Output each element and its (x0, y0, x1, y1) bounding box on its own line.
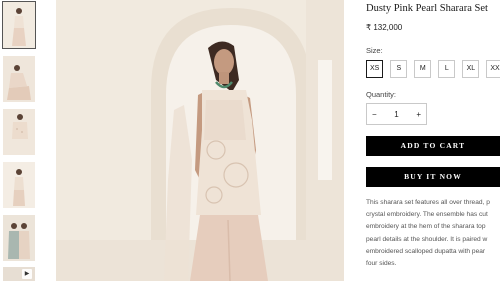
quantity-value[interactable]: 1 (394, 110, 398, 119)
thumbnail-3[interactable] (3, 109, 35, 155)
play-icon: ▶ (22, 269, 32, 279)
size-option-s[interactable]: S (390, 60, 408, 78)
description-line: embroidery at the hem of the sharara top (366, 223, 486, 231)
description-line: This sharara set features all over threa… (366, 199, 490, 206)
thumbnail-strip: ▶ (0, 0, 38, 281)
product-description: This sharara set features all over threa… (366, 197, 500, 270)
main-product-image[interactable] (56, 0, 344, 281)
thumbnail-2[interactable] (3, 56, 35, 102)
buy-it-now-button[interactable]: BUY IT NOW (366, 167, 500, 187)
description-line: four sides. (366, 260, 397, 268)
thumbnail-6-video[interactable]: ▶ (3, 267, 35, 281)
add-to-cart-button[interactable]: ADD TO CART (366, 136, 500, 156)
product-title: Dusty Pink Pearl Sharara Set (366, 3, 488, 14)
description-line: embroidered scalloped dupatta with pear (366, 247, 486, 255)
thumbnail-1[interactable] (2, 1, 36, 49)
description-line: pearl details at the shoulder. It is pai… (366, 235, 488, 243)
product-info-panel: Dusty Pink Pearl Sharara Set ₹ 132,000 S… (366, 0, 500, 281)
size-option-xs[interactable]: XS (366, 60, 384, 78)
size-option-xl[interactable]: XL (462, 60, 480, 78)
product-price: ₹ 132,000 (366, 23, 403, 32)
size-option-m[interactable]: M (414, 60, 432, 78)
quantity-decrease-button[interactable]: − (372, 110, 377, 119)
size-label: Size: (366, 46, 383, 55)
size-option-xx[interactable]: XX (486, 60, 500, 78)
quantity-stepper: − 1 + (366, 103, 427, 125)
size-selector: XS S M L XL XX (366, 60, 500, 78)
thumbnail-5[interactable] (3, 215, 35, 261)
quantity-increase-button[interactable]: + (416, 110, 421, 119)
description-line: crystal embroidery. The ensemble has cut (366, 211, 488, 219)
thumbnail-4[interactable] (3, 162, 35, 208)
quantity-label: Quantity: (366, 90, 397, 99)
size-option-l[interactable]: L (438, 60, 456, 78)
